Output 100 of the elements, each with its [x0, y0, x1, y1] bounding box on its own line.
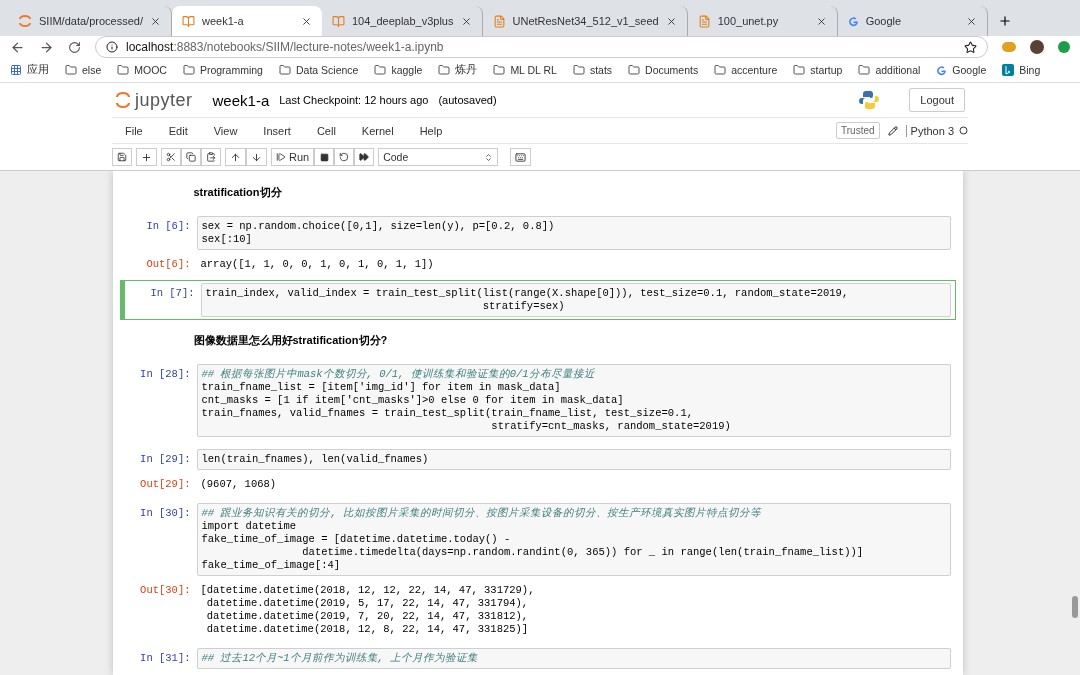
- code-comment: ## 跟业务知识有关的切分, 比如按图片采集的时间切分、按图片采集设备的切分、按生产环境真实图片特点切分等: [201, 507, 763, 520]
- move-up-button[interactable]: [225, 148, 246, 166]
- step-icon: [276, 152, 286, 162]
- paste-button[interactable]: [201, 148, 221, 166]
- code-cell[interactable]: In [29]: len(train_fnames), len(valid_fnames) Out[29]: (9607, 1068): [119, 446, 956, 494]
- menu-item[interactable]: Cell: [303, 124, 349, 137]
- code-cell[interactable]: In [6]: sex = np.random.choice([0,1], size=len(y), p=[0.2, 0.8]) sex[:10] Out[6]: array([1, 1, 0, 0, 1, 0, 1, 0, 1, 1]): [119, 213, 956, 274]
- markdown-heading: 图像数据里怎么用好stratification切分?: [193, 333, 388, 348]
- copy-button[interactable]: [181, 148, 201, 166]
- menu-item[interactable]: View: [200, 124, 251, 137]
- selected-cell[interactable]: In [7]: train_index, valid_index = train_test_split(list(range(X.shape[0])), test_size=0.1, random_state=2019, stratify=sex): [119, 280, 956, 320]
- bookmark[interactable]: stats: [572, 64, 613, 76]
- output-line: datetime.datetime(2018, 12, 8, 22, 14, 47, 331825)]: [205, 623, 530, 636]
- notebook-name[interactable]: week1-a: [212, 91, 270, 109]
- close-icon[interactable]: [460, 15, 472, 27]
- output-prompt: Out[6]:: [145, 257, 192, 270]
- code-line: sex = np.random.choice([0,1], size=len(y), p=[0.2, 0.8]): [201, 220, 556, 233]
- fast-forward-icon: [359, 152, 370, 162]
- stop-button[interactable]: [314, 148, 335, 166]
- new-tab-icon[interactable]: [997, 14, 1012, 28]
- code-input[interactable]: len(train_fnames), len(valid_fnames): [196, 449, 951, 470]
- bookmark[interactable]: Programming: [182, 64, 263, 76]
- bookmark[interactable]: Bing: [1002, 64, 1041, 76]
- menu-item[interactable]: File: [112, 124, 156, 137]
- browser-tab[interactable]: week1-a: [171, 6, 322, 36]
- run-button[interactable]: Run: [271, 148, 315, 166]
- menu-item[interactable]: Kernel: [348, 124, 407, 137]
- edit-icon[interactable]: [887, 125, 898, 136]
- markdown-heading: stratification切分: [193, 185, 282, 200]
- add-cell-button[interactable]: [136, 148, 157, 166]
- output-prompt: Out[30]:: [139, 583, 192, 596]
- file-icon: [492, 14, 506, 28]
- plus-icon: [141, 151, 152, 163]
- folder-icon: [182, 64, 195, 76]
- bookmark[interactable]: accenture: [714, 64, 778, 76]
- bookmark[interactable]: ML DL RL: [493, 64, 557, 76]
- logout-button[interactable]: Logout: [909, 88, 965, 112]
- forward-icon[interactable]: [39, 39, 54, 55]
- kernel-name: Python 3: [905, 124, 954, 137]
- folder-icon: [493, 64, 506, 76]
- code-input[interactable]: train_index, valid_index = train_test_split(list(range(X.shape[0])), test_size=0.1, random_state=2019, stratify=sex): [200, 283, 951, 317]
- bookmark-star-icon[interactable]: [964, 40, 977, 54]
- code-line: train_fname_list = [item['img_id'] for item in mask_data]: [201, 381, 562, 394]
- close-icon[interactable]: [149, 15, 161, 27]
- browser-tab[interactable]: Google: [837, 6, 988, 36]
- menu-item[interactable]: Edit: [155, 124, 201, 137]
- bookmark[interactable]: 炼丹: [438, 63, 478, 77]
- close-icon[interactable]: [300, 15, 312, 27]
- back-icon[interactable]: [10, 39, 25, 55]
- folder-icon: [374, 64, 387, 76]
- info-icon: [106, 41, 118, 53]
- keyboard-button[interactable]: [510, 148, 532, 166]
- close-icon[interactable]: [815, 15, 827, 27]
- move-down-button[interactable]: [246, 148, 267, 166]
- code-cell[interactable]: In [31]: ## 过去12个月~1个月前作为训练集, 上个月作为验证集: [119, 645, 956, 672]
- bookmark[interactable]: additional: [858, 64, 921, 76]
- menu-item[interactable]: Help: [406, 124, 456, 137]
- bookmark[interactable]: kaggle: [374, 64, 423, 76]
- folder-icon: [793, 64, 806, 76]
- code-input[interactable]: [196, 364, 951, 437]
- browser-tab[interactable]: UNetResNet34_512_v1_seed: [482, 6, 688, 36]
- folder-icon: [278, 64, 291, 76]
- code-line: len(train_fnames), len(valid_fnames): [201, 453, 430, 466]
- scrollbar[interactable]: [1072, 596, 1078, 618]
- code-line: import datetime: [201, 520, 297, 533]
- reload-icon[interactable]: [68, 40, 81, 54]
- browser-tab[interactable]: 100_unet.py: [687, 6, 838, 36]
- close-icon[interactable]: [965, 15, 977, 27]
- cut-button[interactable]: [161, 148, 181, 166]
- bookmark-label: kaggle: [391, 64, 423, 76]
- code-comment: ## 根据每张图片中mask个数切分, 0/1, 使训练集和验证集的0/1分布尽量接近: [201, 368, 596, 381]
- bookmark[interactable]: 应用: [10, 63, 49, 77]
- output-line: (9607, 1068): [200, 478, 278, 491]
- update-icon[interactable]: [1058, 41, 1070, 53]
- restart-button[interactable]: [334, 148, 355, 166]
- code-input[interactable]: [196, 503, 951, 576]
- save-button[interactable]: [112, 148, 132, 166]
- bookmark-label: else: [82, 64, 102, 76]
- python-logo-icon: [859, 90, 880, 110]
- bookmark[interactable]: startup: [793, 64, 843, 76]
- menu-item[interactable]: Insert: [250, 124, 304, 137]
- google-icon: [936, 64, 948, 76]
- code-input[interactable]: ## 过去12个月~1个月前作为训练集, 上个月作为验证集: [196, 648, 951, 669]
- bookmark[interactable]: Documents: [628, 64, 699, 76]
- folder-icon: [714, 64, 727, 76]
- bookmark[interactable]: Google: [936, 64, 987, 76]
- bookmark[interactable]: MOOC: [117, 64, 167, 76]
- run-all-button[interactable]: [354, 148, 375, 166]
- trusted-indicator[interactable]: Trusted: [836, 122, 880, 139]
- browser-tab[interactable]: 104_deeplab_v3plus: [321, 6, 483, 36]
- cell-type-dropdown[interactable]: Code: [378, 148, 499, 166]
- avatar-icon[interactable]: [1030, 40, 1044, 54]
- input-prompt: In [31]:: [139, 651, 192, 664]
- bookmark[interactable]: Data Science: [278, 64, 359, 76]
- bookmark[interactable]: else: [65, 64, 102, 76]
- code-input[interactable]: sex = np.random.choice([0,1], size=len(y), p=[0.2, 0.8]) sex[:10]: [196, 216, 951, 250]
- output-line: datetime.datetime(2019, 7, 20, 22, 14, 47, 331812),: [205, 610, 530, 623]
- jupyter-logo[interactable]: jupyter: [115, 89, 193, 111]
- close-icon[interactable]: [665, 15, 677, 27]
- bookmark-label: 应用: [27, 63, 49, 77]
